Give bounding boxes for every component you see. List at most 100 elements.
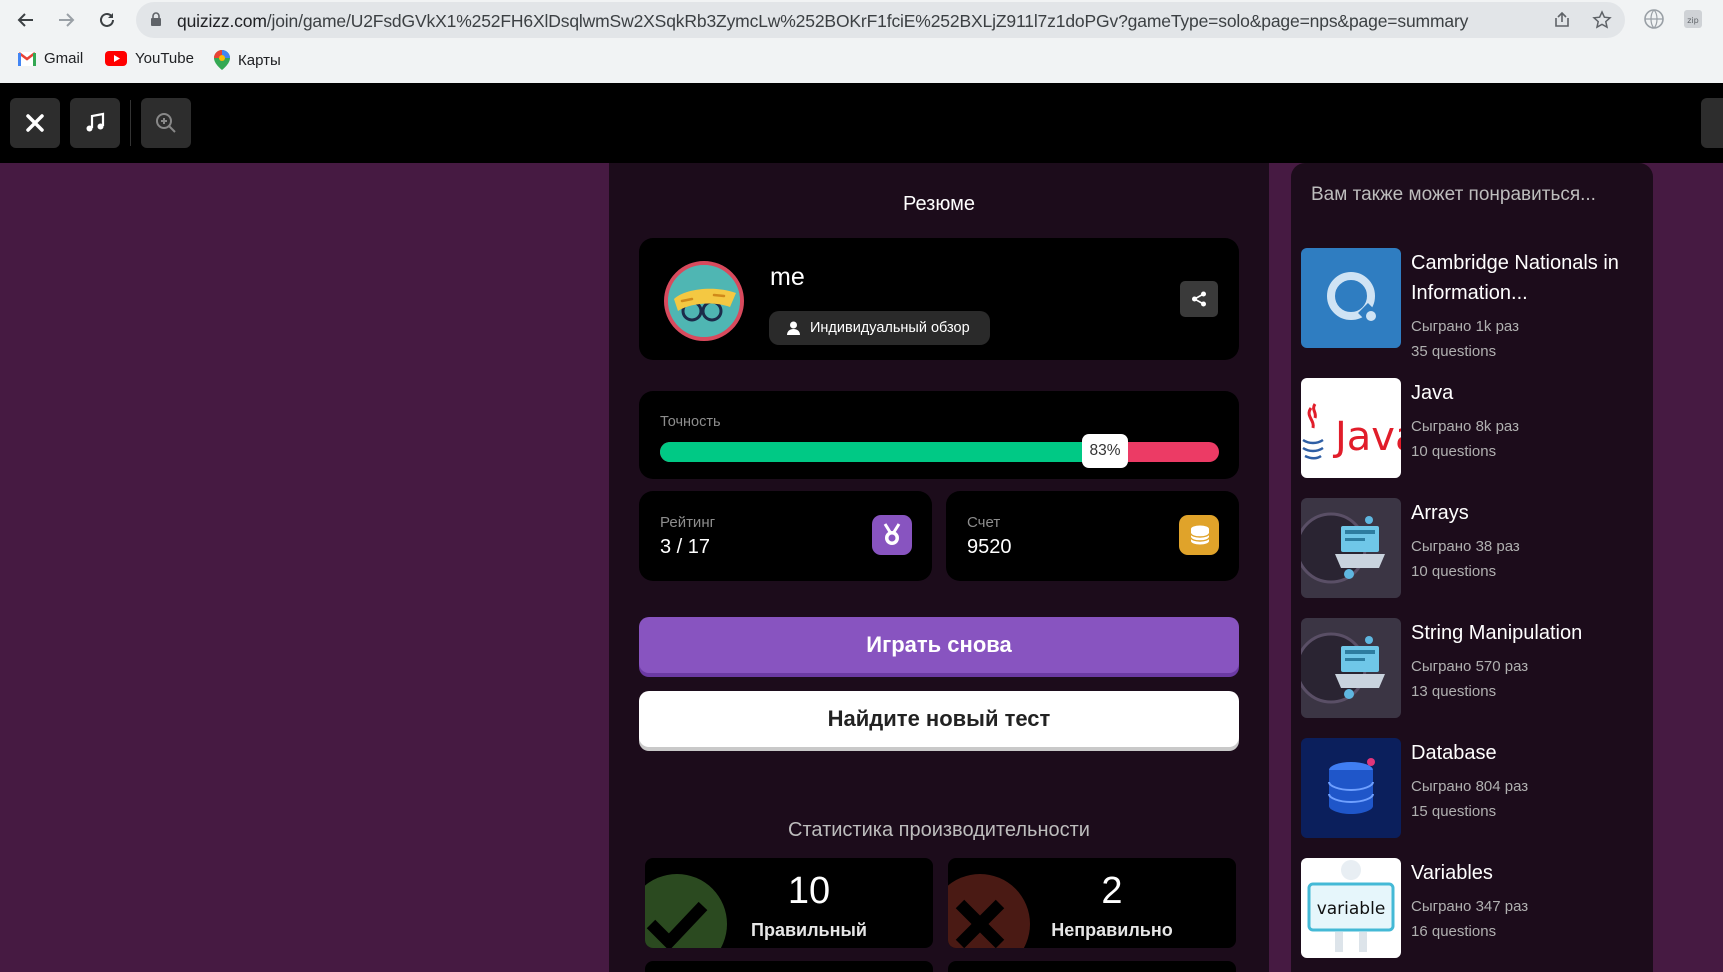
svg-text:variable: variable	[1317, 899, 1386, 919]
bookmark-label: YouTube	[135, 50, 194, 67]
variable-sign: variable	[1301, 858, 1401, 958]
recommendation-item[interactable]: Database Сыграно 804 раз 15 questions	[1301, 738, 1651, 838]
pill-label: Индивидуальный обзор	[810, 320, 970, 336]
forward-button[interactable]	[50, 4, 82, 36]
recommendation-questions: 13 questions	[1411, 683, 1497, 700]
recommendation-item[interactable]: Arrays Сыграно 38 раз 10 questions	[1301, 498, 1651, 598]
recommendation-questions: 10 questions	[1411, 563, 1497, 580]
recommendation-questions: 16 questions	[1411, 923, 1497, 940]
svg-text:Java: Java	[1332, 414, 1401, 460]
quizizz-logo-icon	[1301, 248, 1401, 348]
play-again-button[interactable]: Играть снова	[639, 617, 1239, 673]
toolbar-divider	[130, 100, 131, 146]
accuracy-bar-fill	[660, 442, 1124, 462]
recommendation-plays: Сыграно 38 раз	[1411, 538, 1520, 555]
back-arrow-icon	[17, 13, 33, 27]
accuracy-bar	[660, 442, 1219, 462]
medal-icon	[872, 515, 912, 555]
laptop-illustration	[1301, 498, 1401, 598]
coins-icon	[1179, 515, 1219, 555]
recommendation-plays: Сыграно 570 раз	[1411, 658, 1529, 675]
recommendations-panel: Вам также может понравиться... Cambridge…	[1291, 163, 1653, 972]
recommendation-item[interactable]: variable Variables Сыграно 347 раз 16 qu…	[1301, 858, 1651, 958]
stat-card-partial	[948, 961, 1236, 972]
recommendation-title: Arrays	[1411, 502, 1469, 524]
reload-button[interactable]	[91, 4, 123, 36]
recommendation-title: Database	[1411, 742, 1497, 764]
address-row: quizizz.com/join/game/U2FsdGVkX1%252FH6X…	[0, 0, 1723, 40]
bookmark-maps[interactable]: Карты	[214, 50, 281, 70]
back-button[interactable]	[10, 4, 42, 36]
right-toolbar-button[interactable]	[1701, 98, 1723, 148]
rank-label: Рейтинг	[660, 514, 716, 531]
accuracy-label: Точность	[660, 414, 721, 430]
correct-count: 10	[787, 870, 831, 912]
correct-stat-card: 10 Правильный	[645, 858, 933, 948]
music-button[interactable]	[70, 98, 120, 148]
recommendation-title: Variables	[1411, 862, 1493, 884]
recommendation-questions: 15 questions	[1411, 803, 1497, 820]
rank-card: Рейтинг 3 / 17	[639, 491, 932, 581]
profile-card: me Индивидуальный обзор	[639, 238, 1239, 360]
accuracy-card: Точность 83%	[639, 391, 1239, 479]
gmail-icon	[18, 51, 36, 66]
avatar-monster-icon	[668, 265, 740, 337]
recommendation-plays: Сыграно 1k раз	[1411, 318, 1519, 335]
game-top-bar	[0, 83, 1723, 163]
extension-globe-icon[interactable]	[1643, 8, 1665, 30]
share-button[interactable]	[1180, 281, 1218, 317]
close-button[interactable]	[10, 98, 60, 148]
extension-zip-icon[interactable]: zip	[1682, 8, 1704, 30]
player-name: me	[770, 263, 805, 291]
youtube-icon	[105, 51, 127, 66]
bookmark-star-icon[interactable]	[1592, 10, 1612, 30]
svg-text:zip: zip	[1687, 16, 1699, 25]
lock-icon	[151, 12, 161, 26]
incorrect-count: 2	[1101, 870, 1123, 912]
accuracy-percent-badge: 83%	[1082, 434, 1128, 468]
recommendations-title: Вам также может понравиться...	[1311, 184, 1596, 205]
correct-label: Правильный	[751, 920, 867, 940]
score-card: Счет 9520	[946, 491, 1239, 581]
recommendation-questions: 10 questions	[1411, 443, 1497, 460]
score-label: Счет	[967, 514, 1001, 531]
browser-chrome: quizizz.com/join/game/U2FsdGVkX1%252FH6X…	[0, 0, 1723, 83]
recommendation-plays: Сыграно 8k раз	[1411, 418, 1519, 435]
bookmark-label: Карты	[238, 51, 281, 69]
share-page-icon[interactable]	[1552, 10, 1572, 30]
recommendation-questions: 35 questions	[1411, 343, 1497, 360]
incorrect-label: Неправильно	[1051, 920, 1173, 940]
reload-icon	[100, 12, 114, 27]
music-note-icon	[86, 112, 105, 132]
recommendation-item[interactable]: String Manipulation Сыграно 570 раз 13 q…	[1301, 618, 1651, 718]
find-new-quiz-button[interactable]: Найдите новый тест	[639, 691, 1239, 747]
bookmark-label: Gmail	[44, 50, 84, 67]
zoom-in-icon	[156, 113, 176, 133]
java-logo-icon: Java	[1301, 378, 1401, 478]
recommendation-title: Cambridge Nationals in Information...	[1411, 252, 1619, 304]
close-icon	[26, 114, 44, 132]
recommendation-title: Java	[1411, 382, 1454, 404]
bookmark-gmail[interactable]: Gmail	[18, 50, 83, 67]
url-text: quizizz.com/join/game/U2FsdGVkX1%252FH6X…	[177, 11, 1469, 31]
summary-panel: Резюме me Индивидуальный обзор Точность …	[609, 163, 1269, 972]
user-icon	[787, 321, 800, 335]
recommendation-plays: Сыграно 804 раз	[1411, 778, 1529, 795]
recommendation-item[interactable]: Java Java Сыграно 8k раз 10 questions	[1301, 378, 1651, 478]
bookmarks-bar: Gmail YouTube Карты	[0, 44, 1723, 76]
stat-card-partial	[645, 961, 933, 972]
incorrect-stat-card: 2 Неправильно	[948, 858, 1236, 948]
database-icon	[1301, 738, 1401, 838]
maps-pin-icon	[214, 50, 230, 70]
bookmark-youtube[interactable]: YouTube	[105, 50, 194, 67]
individual-review-pill[interactable]: Индивидуальный обзор	[769, 311, 990, 345]
recommendation-item[interactable]: Cambridge Nationals in Information... Сы…	[1301, 248, 1651, 360]
share-icon	[1192, 291, 1206, 307]
recommendation-title: String Manipulation	[1411, 622, 1583, 644]
forward-arrow-icon	[59, 13, 75, 27]
zoom-button[interactable]	[141, 98, 191, 148]
avatar	[664, 261, 744, 341]
score-value: 9520	[967, 536, 1012, 558]
address-bar[interactable]: quizizz.com/join/game/U2FsdGVkX1%252FH6X…	[136, 2, 1625, 38]
recommendation-plays: Сыграно 347 раз	[1411, 898, 1529, 915]
